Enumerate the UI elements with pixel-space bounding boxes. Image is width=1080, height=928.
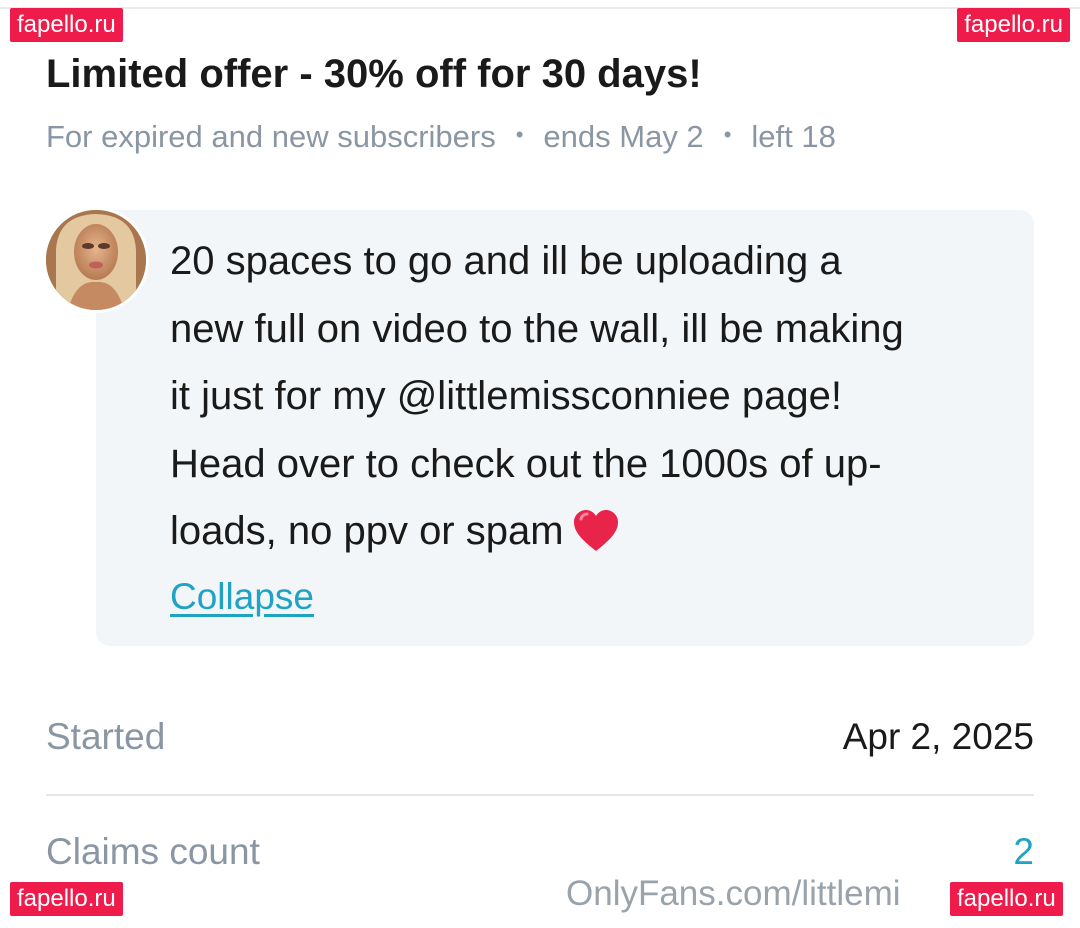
message-text: 20 spaces to go and ill be uploading a n… xyxy=(170,228,1020,566)
started-label: Started xyxy=(46,716,166,757)
offer-remaining: left 18 xyxy=(751,119,836,154)
message-line: new full on video to the wall, ill be ma… xyxy=(170,306,904,351)
started-value: Apr 2, 2025 xyxy=(842,716,1034,757)
user-avatar[interactable] xyxy=(43,207,149,313)
watermark-top-right: fapello.ru xyxy=(957,8,1070,42)
message-line: it just for my @littlemissconniee page! xyxy=(170,374,842,418)
watermark-top-left: fapello.ru xyxy=(10,8,123,42)
offer-audience: For expired and new subscribers xyxy=(46,119,496,154)
row-divider xyxy=(46,794,1034,796)
claims-count-value[interactable]: 2 xyxy=(1013,831,1034,873)
offer-ends: ends May 2 xyxy=(543,119,704,154)
top-divider xyxy=(0,7,1080,9)
message-line: loads, no ppv or spam xyxy=(170,509,564,553)
claims-count-label: Claims count xyxy=(46,831,260,872)
message-line: 20 spaces to go and ill be uploading a xyxy=(170,239,842,283)
meta-separator: • xyxy=(723,121,732,147)
red-heart-icon xyxy=(572,507,620,552)
offer-title: Limited offer - 30% off for 30 days! xyxy=(46,52,702,96)
message-line: Head over to check out the 1000s of up- xyxy=(170,441,882,486)
watermark-bottom-left: fapello.ru xyxy=(10,882,123,916)
user-avatar-icon xyxy=(46,210,146,310)
message-line-last: loads, no ppv or spam xyxy=(170,498,1020,566)
offer-meta: For expired and new subscribers • ends May… xyxy=(46,119,836,155)
footer-url-watermark: OnlyFans.com/littlemi xyxy=(566,874,901,913)
meta-separator: • xyxy=(515,121,524,147)
collapse-link[interactable]: Collapse xyxy=(170,576,314,618)
watermark-bottom-right: fapello.ru xyxy=(950,882,1063,916)
